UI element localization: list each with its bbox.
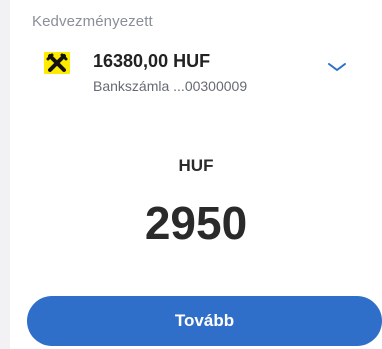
- raiffeisen-logo-icon: [44, 52, 70, 74]
- section-label-payee: Kedvezményezett: [32, 13, 153, 30]
- next-button[interactable]: Tovább: [27, 296, 382, 346]
- currency-label: HUF: [178, 156, 214, 175]
- chevron-down-icon[interactable]: [326, 56, 348, 78]
- amount-display[interactable]: 2950: [10, 196, 382, 250]
- account-balance: 16380,00 HUF: [93, 51, 211, 71]
- account-name: Bankszámla ...00300009: [93, 78, 248, 94]
- payee-card: Kedvezményezett 16380,00 HUF Bankszámla …: [10, 0, 382, 349]
